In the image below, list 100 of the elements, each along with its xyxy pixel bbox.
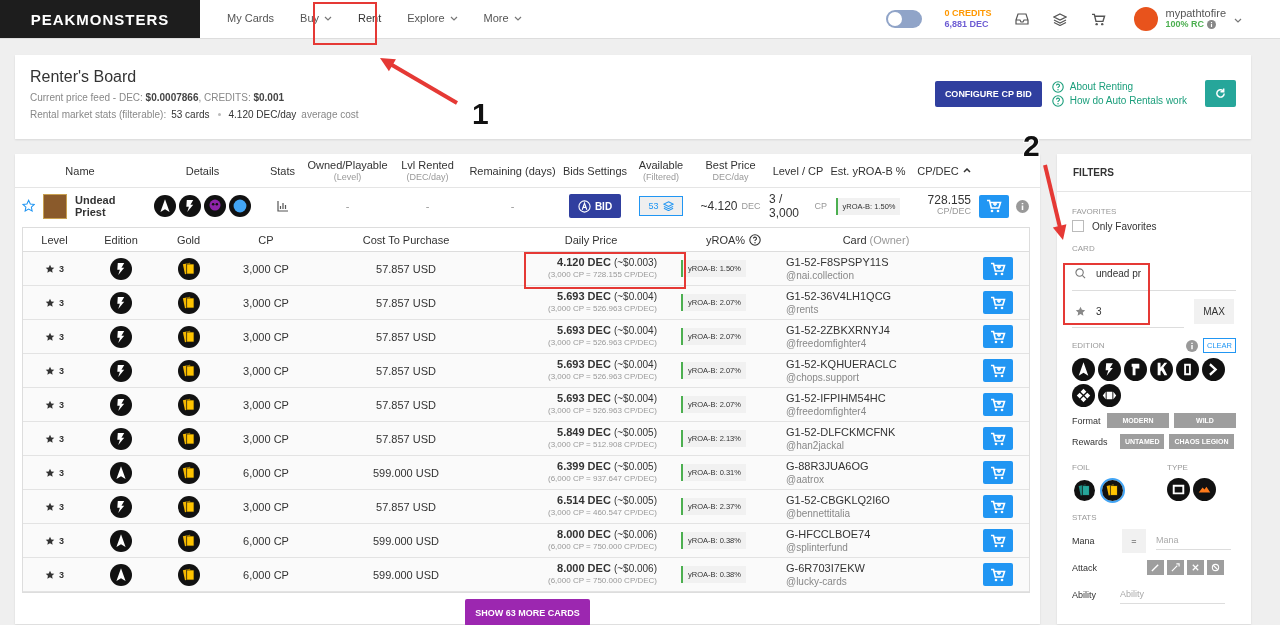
column-header[interactable]: Gold <box>176 233 201 246</box>
melee-attack-icon[interactable] <box>1151 563 1160 572</box>
inbox-icon[interactable] <box>1015 13 1030 25</box>
column-header[interactable]: Level / CP <box>772 164 824 177</box>
cart-button[interactable] <box>982 495 1013 518</box>
bid-button[interactable]: BID <box>569 194 621 218</box>
column-header[interactable]: Remaining (days) <box>469 164 556 177</box>
column-header[interactable]: Best Price <box>705 158 756 171</box>
cart-button[interactable] <box>982 529 1013 552</box>
card-id[interactable]: G1-52-IFPIHM54HC <box>786 391 886 405</box>
help-link[interactable]: How do Auto Rentals work <box>1069 95 1187 106</box>
owner-name[interactable]: @freedomfighter4 <box>786 404 867 418</box>
cart-button[interactable] <box>982 563 1013 586</box>
refresh-icon[interactable] <box>1215 88 1226 99</box>
checkbox-label[interactable]: Only Favorites <box>1092 220 1157 232</box>
card-id[interactable]: G1-52-DLFCKMCFNK <box>786 425 896 439</box>
cart-icon[interactable] <box>989 533 1006 548</box>
column-header[interactable]: Details <box>185 164 220 177</box>
layers-icon[interactable] <box>1053 12 1068 26</box>
owner-name[interactable]: @lucky-cards <box>786 574 847 588</box>
magic-attack-button[interactable] <box>1187 560 1204 575</box>
letter-a-circle-icon[interactable] <box>577 199 591 213</box>
card-id[interactable]: G1-52-CBGKLQ2I6O <box>786 493 890 507</box>
cart-icon[interactable] <box>989 397 1006 412</box>
owner-name[interactable]: @rents <box>786 302 819 316</box>
column-header[interactable]: Est. yROA-B % <box>830 164 906 177</box>
max-button[interactable]: MAX <box>1194 299 1234 324</box>
column-header[interactable]: yROA% <box>705 233 746 246</box>
stats-chart-icon[interactable] <box>276 200 289 212</box>
column-header[interactable]: Level <box>41 233 68 246</box>
cart-icon[interactable] <box>989 465 1006 480</box>
owner-name[interactable]: @freedomfighter4 <box>786 336 867 350</box>
melee-attack-button[interactable] <box>1147 560 1164 575</box>
owner-name[interactable]: @chops.support <box>786 370 859 384</box>
column-header[interactable]: Available <box>638 158 684 171</box>
cart-icon[interactable] <box>1091 12 1107 26</box>
owner-name[interactable]: @nai.collection <box>786 268 854 282</box>
cart-button[interactable] <box>982 393 1013 416</box>
card-id[interactable]: G-88R3JUA6OG <box>786 459 869 473</box>
column-header[interactable]: Name <box>65 164 95 177</box>
info-icon[interactable] <box>1016 199 1029 213</box>
show-more-button[interactable]: SHOW 63 MORE CARDS <box>465 599 590 625</box>
nav-item[interactable]: More <box>470 0 535 38</box>
theme-toggle[interactable] <box>886 10 923 28</box>
logo[interactable]: PEAKMONSTERS <box>0 0 200 38</box>
help-icon[interactable] <box>749 233 762 246</box>
column-header[interactable]: Daily Price <box>564 233 618 246</box>
ranged-attack-icon[interactable] <box>1171 563 1180 572</box>
username[interactable]: mypathtofire <box>1165 8 1226 19</box>
column-header[interactable]: Stats <box>269 164 296 177</box>
column-header[interactable]: Edition <box>104 233 138 246</box>
foil-button[interactable] <box>1072 478 1097 503</box>
refresh-button[interactable] <box>1205 80 1236 107</box>
cart-icon[interactable] <box>989 261 1006 276</box>
card-id[interactable]: G1-52-36V4LH1QCG <box>786 289 892 303</box>
owner-name[interactable]: @bennettitalia <box>786 506 851 520</box>
no-attack-button[interactable] <box>1207 560 1224 575</box>
nav-item[interactable]: My Cards <box>214 0 288 38</box>
sort-caret-icon[interactable] <box>962 168 971 173</box>
cart-icon[interactable] <box>986 199 1002 213</box>
column-header[interactable]: Card (Owner) <box>842 233 910 246</box>
magic-attack-icon[interactable] <box>1191 563 1200 572</box>
nav-item[interactable]: Explore <box>394 0 471 38</box>
info-icon[interactable] <box>1207 20 1216 29</box>
owner-name[interactable]: @splinterfund <box>786 540 848 554</box>
cart-button[interactable] <box>982 257 1013 280</box>
column-header[interactable]: CP/DEC <box>917 164 959 177</box>
ranged-attack-button[interactable] <box>1167 560 1184 575</box>
no-attack-icon[interactable] <box>1211 563 1220 572</box>
cart-icon[interactable] <box>989 499 1006 514</box>
favorite-star-icon[interactable] <box>22 199 36 213</box>
card-id[interactable]: G1-52-2ZBKXRNYJ4 <box>786 323 890 337</box>
cart-button[interactable] <box>982 461 1013 484</box>
column-header[interactable]: Bids Settings <box>562 164 628 177</box>
avatar[interactable] <box>1134 7 1159 31</box>
configure-cp-bid-button[interactable]: CONFIGURE CP BID <box>934 80 1042 107</box>
help-link[interactable]: About Renting <box>1069 81 1134 92</box>
info-icon[interactable] <box>1186 339 1198 352</box>
operator-button[interactable]: = <box>1122 528 1146 553</box>
cart-icon[interactable] <box>989 363 1006 378</box>
cart-button[interactable] <box>982 325 1013 348</box>
cart-button[interactable] <box>982 291 1013 314</box>
card-id[interactable]: G-HFCCLBOE74 <box>786 527 871 541</box>
card-name[interactable]: Undead Priest <box>75 194 145 218</box>
cart-icon[interactable] <box>989 431 1006 446</box>
checkbox[interactable] <box>1072 220 1084 232</box>
card-id[interactable]: G1-52-KQHUERACLC <box>786 357 897 371</box>
cart-icon[interactable] <box>989 567 1006 582</box>
card-id[interactable]: G-6R703I7EKW <box>786 561 865 575</box>
owner-name[interactable]: @han2jackal <box>786 438 844 452</box>
column-header[interactable]: CP <box>258 233 274 246</box>
cart-button[interactable] <box>982 359 1013 382</box>
column-header[interactable]: Cost To Purchase <box>362 233 450 246</box>
owner-name[interactable]: @aatrox <box>786 472 824 486</box>
column-header[interactable]: Owned/Playable <box>307 158 388 171</box>
cart-button[interactable] <box>979 194 1009 218</box>
card-id[interactable]: G1-52-F8SPSPY11S <box>786 255 889 269</box>
column-header[interactable]: Lvl Rented <box>401 158 454 171</box>
level-field[interactable]: 3 <box>1096 305 1156 317</box>
cart-icon[interactable] <box>989 329 1006 344</box>
